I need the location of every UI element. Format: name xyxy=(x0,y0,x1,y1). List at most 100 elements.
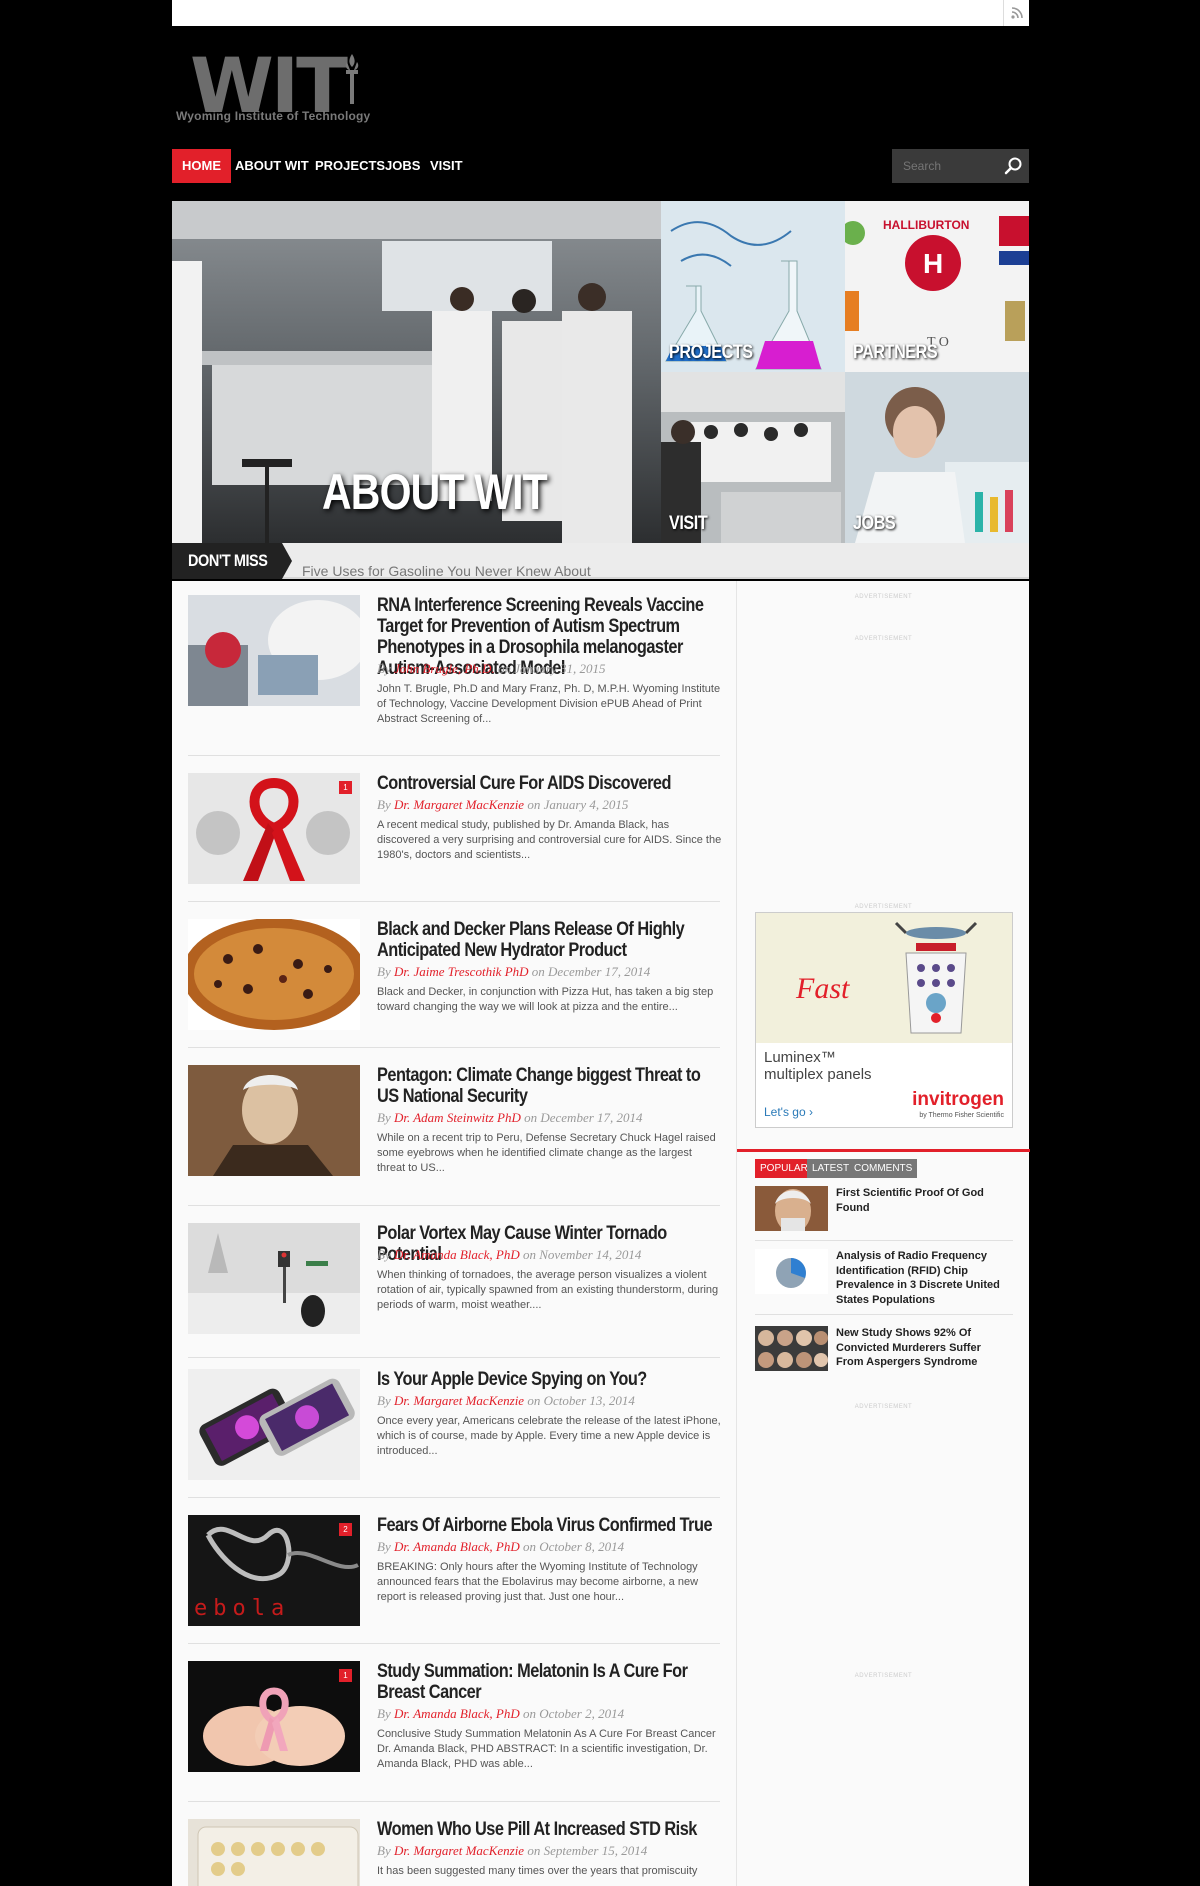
dont-miss-label: DON'T MISS xyxy=(172,543,282,579)
ad-tag: ADVERTISEMENT xyxy=(854,904,913,910)
ad-tag: ADVERTISEMENT xyxy=(854,636,913,642)
article-thumb[interactable] xyxy=(188,595,360,706)
article-thumb[interactable]: ebola 2 xyxy=(188,1515,360,1626)
nav-item-about[interactable]: About WIT xyxy=(235,149,309,183)
tab-comments[interactable]: Comments xyxy=(849,1159,918,1178)
tile-label-projects: PROJECTS xyxy=(669,342,753,363)
tab-latest[interactable]: Latest xyxy=(807,1159,855,1178)
popular-title[interactable]: Analysis of Radio Frequency Identificati… xyxy=(836,1249,1011,1307)
article-excerpt: When thinking of tornadoes, the average … xyxy=(377,1269,719,1311)
hero-tile-partners[interactable]: HALLIBURTON H T O PARTNERS xyxy=(845,201,1029,372)
article-author[interactable]: Dr. Adam Steinwitz PhD xyxy=(394,1110,521,1125)
divider xyxy=(755,1314,1013,1315)
divider xyxy=(188,755,720,756)
article-title[interactable]: Black and Decker Plans Release Of Highly… xyxy=(377,919,723,961)
article-item: Women Who Use Pill At Increased STD Risk… xyxy=(188,1819,720,1886)
article-thumb[interactable] xyxy=(188,1819,360,1886)
tile-label-visit: VISIT xyxy=(669,513,708,534)
popular-thumb[interactable] xyxy=(755,1186,828,1231)
ad-tag: ADVERTISEMENT xyxy=(854,1404,913,1410)
article-title[interactable]: Fears Of Airborne Ebola Virus Confirmed … xyxy=(377,1515,723,1536)
article-thumb[interactable] xyxy=(188,919,360,1030)
article-author[interactable]: Dr. Amanda Black, PhD xyxy=(394,1706,520,1721)
nav-item-visit[interactable]: Visit xyxy=(430,149,463,183)
sidebar: ADVERTISEMENT ADVERTISEMENT ADVERTISEMEN… xyxy=(736,581,1030,1886)
popular-item: First Scientific Proof Of God Found xyxy=(755,1186,1013,1241)
article-excerpt: It has been suggested many times over th… xyxy=(377,1865,698,1877)
divider xyxy=(188,1643,720,1644)
hero-tile-about[interactable]: ABOUT WIT xyxy=(172,201,661,543)
popular-title[interactable]: New Study Shows 92% Of Convicted Murdere… xyxy=(836,1326,1011,1370)
article-excerpt: While on a recent trip to Peru, Defense … xyxy=(377,1132,716,1174)
article-byline: By Dr. Margaret MacKenzie on October 13,… xyxy=(377,1393,635,1408)
hero-tile-jobs[interactable]: JOBS xyxy=(845,372,1029,543)
article-title[interactable]: Is Your Apple Device Spying on You? xyxy=(377,1369,723,1390)
article-byline: By Dr. Amanda Black, PhD on November 14,… xyxy=(377,1247,642,1262)
article-thumb[interactable]: 1 xyxy=(188,1661,360,1772)
article-item: Black and Decker Plans Release Of Highly… xyxy=(188,919,720,1065)
popular-thumb[interactable] xyxy=(755,1249,828,1294)
hero-tile-projects[interactable]: PROJECTS xyxy=(661,201,845,372)
divider xyxy=(188,1205,720,1206)
search-icon[interactable] xyxy=(1003,156,1023,176)
site-logo[interactable]: WIT Wyoming Institute of Technology xyxy=(176,48,386,126)
popular-title[interactable]: First Scientific Proof Of God Found xyxy=(836,1186,1011,1215)
divider xyxy=(188,1497,720,1498)
article-author[interactable]: Dr. Margaret MacKenzie xyxy=(394,797,524,812)
logo-subtitle: Wyoming Institute of Technology xyxy=(176,109,371,123)
article-item: Pentagon: Climate Change biggest Threat … xyxy=(188,1065,720,1211)
article-excerpt: A recent medical study, published by Dr.… xyxy=(377,819,722,861)
article-title[interactable]: Controversial Cure For AIDS Discovered xyxy=(377,773,723,794)
article-byline: By Dr. Jaime Trescothik PhD on December … xyxy=(377,964,651,979)
article-excerpt: Once every year, Americans celebrate the… xyxy=(377,1415,721,1457)
article-author[interactable]: Dr. Amanda Black, PhD xyxy=(394,1247,520,1262)
article-author[interactable]: John Brugle, Ph.D. xyxy=(394,661,495,676)
ad-brand-sub: by Thermo Fisher Scientific xyxy=(919,1112,1004,1119)
article-thumb[interactable]: 1 xyxy=(188,773,360,884)
article-item: 1 Study Summation: Melatonin Is A Cure F… xyxy=(188,1661,720,1827)
dont-miss-headline[interactable]: Five Uses for Gasoline You Never Knew Ab… xyxy=(302,563,591,579)
divider xyxy=(188,1357,720,1358)
content-area: RNA Interference Screening Reveals Vacci… xyxy=(172,581,1030,1886)
nav-item-home[interactable]: Home xyxy=(172,149,231,183)
article-excerpt: Conclusive Study Summation Melatonin As … xyxy=(377,1728,716,1770)
nav-item-jobs[interactable]: Jobs xyxy=(385,149,420,183)
tab-popular[interactable]: Popular xyxy=(755,1159,813,1178)
rss-icon[interactable] xyxy=(1003,0,1029,26)
divider xyxy=(755,1240,1013,1241)
article-excerpt: Black and Decker, in conjunction with Pi… xyxy=(377,986,714,1013)
comment-count-badge[interactable]: 1 xyxy=(339,1669,352,1682)
article-author[interactable]: Dr. Margaret MacKenzie xyxy=(394,1843,524,1858)
article-thumb[interactable] xyxy=(188,1223,360,1334)
tab-bar-line xyxy=(737,1149,1030,1152)
article-author[interactable]: Dr. Margaret MacKenzie xyxy=(394,1393,524,1408)
article-item: Is Your Apple Device Spying on You? By D… xyxy=(188,1369,723,1515)
comment-count-badge[interactable]: 2 xyxy=(339,1523,352,1536)
article-item: Polar Vortex May Cause Winter Tornado Po… xyxy=(188,1223,720,1369)
comment-count-badge[interactable]: 1 xyxy=(339,781,352,794)
article-thumb[interactable] xyxy=(188,1065,360,1176)
search-input[interactable] xyxy=(892,149,992,183)
ad-cta-link[interactable]: Let's go › xyxy=(764,1105,813,1119)
svg-text:H: H xyxy=(923,248,943,279)
article-list: RNA Interference Screening Reveals Vacci… xyxy=(172,581,736,1886)
article-author[interactable]: Dr. Jaime Trescothik PhD xyxy=(394,964,529,979)
ad-illustration: Fast xyxy=(756,913,1012,1043)
article-thumb[interactable] xyxy=(188,1369,360,1480)
nav-item-projects[interactable]: Projects xyxy=(315,149,385,183)
article-byline: By Dr. Margaret MacKenzie on January 4, … xyxy=(377,797,629,812)
divider xyxy=(188,1801,720,1802)
search-box xyxy=(892,149,1029,183)
article-title[interactable]: Study Summation: Melatonin Is A Cure For… xyxy=(377,1661,723,1703)
ad-brand: invitrogen xyxy=(912,1089,1004,1110)
popular-thumb[interactable] xyxy=(755,1326,828,1371)
article-byline: By Dr. Adam Steinwitz PhD on December 17… xyxy=(377,1110,643,1125)
main-nav: Home About WIT Projects Jobs Visit xyxy=(172,149,1029,183)
article-title[interactable]: Women Who Use Pill At Increased STD Risk xyxy=(377,1819,723,1840)
dont-miss-arrow xyxy=(282,543,292,579)
article-title[interactable]: Pentagon: Climate Change biggest Threat … xyxy=(377,1065,723,1107)
article-author[interactable]: Dr. Amanda Black, PhD xyxy=(394,1539,520,1554)
advertisement-banner[interactable]: Fast Luminex™ multiplex panels Let's go … xyxy=(755,912,1013,1128)
hero-tile-visit[interactable]: VISIT xyxy=(661,372,845,543)
article-item: RNA Interference Screening Reveals Vacci… xyxy=(188,595,720,760)
